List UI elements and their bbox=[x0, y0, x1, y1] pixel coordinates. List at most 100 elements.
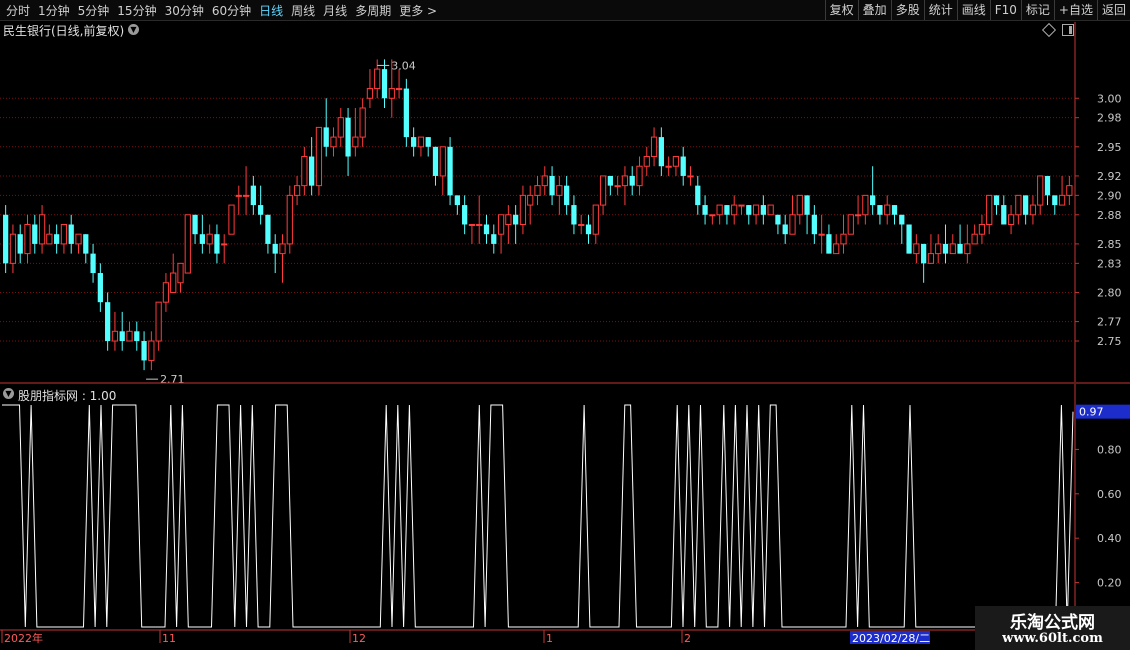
candle-body bbox=[862, 194, 869, 216]
candle-body bbox=[906, 224, 912, 254]
main-y-tick-label: 3.00 bbox=[1097, 92, 1122, 105]
candle-body bbox=[534, 185, 541, 196]
candle-body bbox=[782, 224, 788, 235]
candle-body bbox=[680, 156, 686, 176]
indicator-y-tick-label: 0.80 bbox=[1097, 443, 1122, 456]
candle-body bbox=[986, 194, 993, 225]
candle-body bbox=[309, 156, 315, 186]
candle-body bbox=[854, 214, 862, 217]
candle-body bbox=[177, 262, 184, 284]
main-y-tick-label: 2.90 bbox=[1097, 189, 1122, 202]
watermark-name: 乐淘公式网 bbox=[1010, 613, 1095, 633]
candle-body bbox=[359, 107, 366, 138]
candle-body bbox=[731, 204, 738, 216]
candle-body bbox=[709, 214, 716, 217]
indicator-y-tick-label: 0.60 bbox=[1097, 488, 1122, 501]
candle-body bbox=[126, 330, 133, 342]
candle-body bbox=[556, 185, 563, 196]
candle-body bbox=[592, 204, 599, 235]
candle-body bbox=[32, 224, 38, 244]
main-y-tick-label: 2.98 bbox=[1097, 112, 1122, 125]
candle-body bbox=[927, 253, 935, 264]
candle-body bbox=[840, 233, 847, 245]
stock-chart: 3.00 2.98 2.95 2.92 2.90 2.88 2.85 2.83 2.80 2.77… bbox=[0, 22, 1130, 645]
candle-body bbox=[483, 224, 490, 235]
candle-body bbox=[279, 243, 286, 255]
candle-body bbox=[286, 194, 293, 245]
candle-body bbox=[184, 214, 191, 274]
candle-body bbox=[417, 136, 425, 148]
candle-body bbox=[1066, 185, 1073, 196]
candle-body bbox=[9, 233, 17, 264]
candle-body bbox=[1001, 205, 1007, 225]
candle-body bbox=[155, 301, 162, 342]
candle-body bbox=[235, 194, 242, 197]
max-price-label: 3.04 bbox=[391, 59, 416, 72]
candle-body bbox=[491, 234, 497, 244]
candle-body bbox=[337, 117, 344, 138]
candle-body bbox=[199, 234, 205, 244]
candle-body bbox=[650, 136, 658, 158]
candle-body bbox=[658, 137, 664, 167]
candle-body bbox=[884, 204, 891, 216]
candle-body bbox=[527, 194, 534, 206]
candle-body bbox=[870, 195, 876, 206]
candle-body bbox=[242, 194, 250, 197]
candle-body bbox=[330, 136, 337, 148]
candle-body bbox=[899, 214, 905, 225]
candle-body bbox=[301, 156, 308, 187]
candle-body bbox=[724, 205, 730, 215]
main-y-tick-label: 2.75 bbox=[1097, 335, 1122, 348]
candle-body bbox=[643, 156, 650, 167]
candle-body bbox=[811, 214, 817, 235]
date-label: 2022年 bbox=[4, 631, 43, 645]
candle-body bbox=[3, 214, 9, 264]
candle-body bbox=[46, 233, 53, 245]
min-price-label: 2.71 bbox=[160, 373, 185, 386]
candle-body bbox=[439, 146, 446, 177]
indicator-y-tick-label: 0.40 bbox=[1097, 532, 1122, 545]
candle-body bbox=[636, 165, 643, 187]
candle-body bbox=[549, 175, 555, 196]
candle-body bbox=[752, 204, 760, 216]
candle-body bbox=[68, 224, 74, 244]
candle-body bbox=[148, 340, 155, 361]
candle-body bbox=[447, 146, 453, 196]
candle-body bbox=[214, 234, 220, 254]
candle-body bbox=[272, 243, 278, 254]
candle-body bbox=[775, 214, 781, 225]
candle-body bbox=[687, 175, 694, 178]
candle-body bbox=[629, 175, 635, 186]
candle-body bbox=[206, 233, 213, 245]
date-label: 1 bbox=[546, 632, 553, 645]
main-y-tick-label: 2.88 bbox=[1097, 209, 1122, 222]
candle-body bbox=[119, 331, 125, 342]
candle-body bbox=[513, 214, 519, 225]
candle-body bbox=[293, 185, 301, 196]
candle-body bbox=[462, 205, 468, 225]
candle-body bbox=[804, 195, 810, 215]
cursor-date-label: 2023/02/28/二 bbox=[852, 632, 930, 645]
candle-body bbox=[949, 243, 956, 255]
candle-body bbox=[38, 214, 46, 245]
candle-body bbox=[395, 88, 403, 91]
candle-body bbox=[75, 233, 82, 245]
candle-body bbox=[505, 214, 512, 225]
main-y-tick-label: 2.95 bbox=[1097, 141, 1122, 154]
main-y-tick-label: 2.83 bbox=[1097, 257, 1122, 270]
candle-body bbox=[935, 243, 942, 255]
candle-body bbox=[942, 243, 949, 254]
candle-body bbox=[1052, 195, 1058, 206]
main-y-tick-label: 2.80 bbox=[1097, 286, 1122, 299]
candle-body bbox=[381, 69, 388, 99]
candle-body bbox=[250, 185, 256, 206]
candle-body bbox=[162, 282, 170, 303]
candle-body bbox=[746, 205, 752, 215]
candle-body bbox=[228, 204, 235, 235]
main-y-tick-label: 2.77 bbox=[1097, 316, 1122, 329]
watermark-url: www.60lt.com bbox=[1002, 631, 1103, 646]
candle-body bbox=[564, 185, 570, 206]
candle-body bbox=[877, 205, 883, 215]
candle-body bbox=[833, 243, 840, 255]
last-value-label: 0.97 bbox=[1079, 406, 1104, 419]
